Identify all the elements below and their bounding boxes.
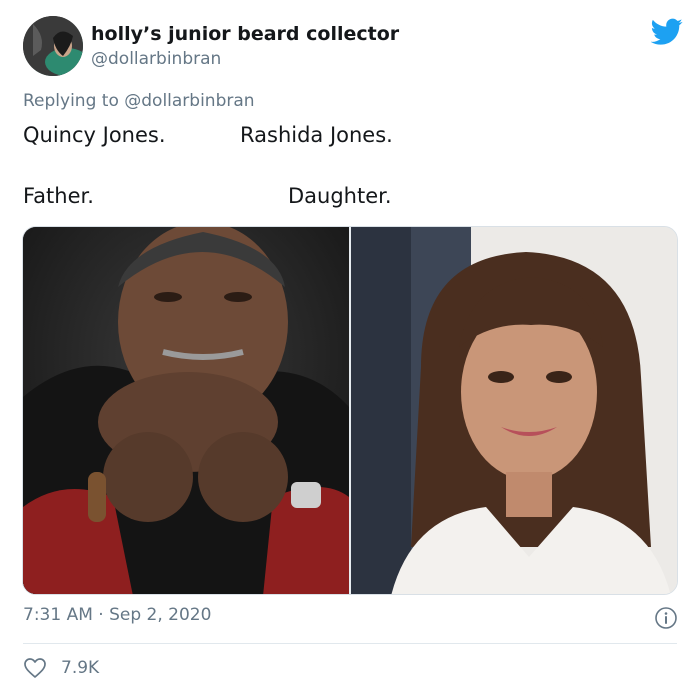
replying-prefix: Replying to (23, 91, 119, 111)
twitter-bird-icon[interactable] (651, 18, 683, 46)
heart-icon[interactable] (23, 656, 47, 680)
replying-to: Replying to @dollarbinbran (23, 91, 255, 111)
photo-right[interactable] (351, 227, 677, 594)
tweet-header: holly’s junior beard collector @dollarbi… (23, 16, 683, 78)
tweet-text-line1-right: Rashida Jones. (240, 123, 393, 147)
tweet-text-line2-right: Daughter. (288, 184, 392, 208)
divider (23, 643, 677, 644)
tweet-media (22, 226, 678, 595)
like-action[interactable]: 7.9K (23, 656, 99, 680)
info-icon[interactable] (654, 606, 678, 630)
replying-handle-link[interactable]: @dollarbinbran (124, 91, 254, 111)
tweet-text-line1-left: Quincy Jones. (23, 123, 166, 147)
author-name[interactable]: holly’s junior beard collector (91, 23, 399, 45)
author-handle[interactable]: @dollarbinbran (91, 49, 221, 69)
tweet-timestamp[interactable]: 7:31 AM · Sep 2, 2020 (23, 605, 211, 625)
like-count: 7.9K (61, 658, 100, 678)
avatar[interactable] (23, 16, 83, 76)
photo-left[interactable] (23, 227, 349, 594)
tweet-text-line2-left: Father. (23, 184, 94, 208)
